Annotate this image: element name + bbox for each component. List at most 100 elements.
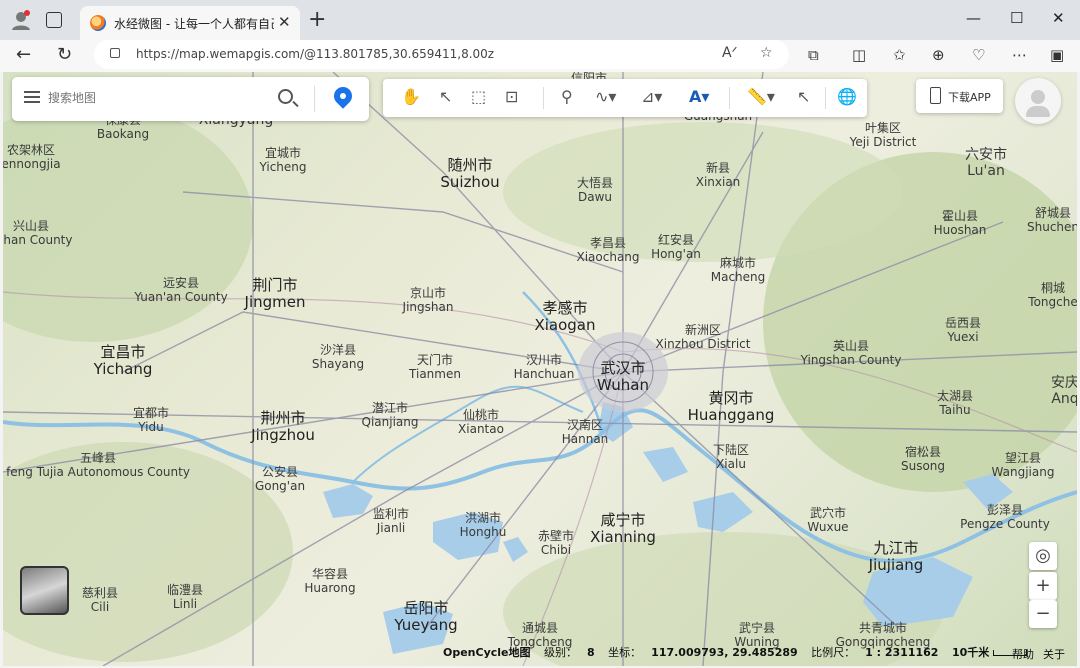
city-name-en: Xialu (716, 456, 746, 471)
city-name-en: Yueyang (394, 616, 458, 635)
city-name-en: Jingshan (402, 299, 454, 314)
reload-button[interactable]: ↻ (57, 44, 72, 65)
city-name-en: Huoshan (933, 222, 987, 237)
about-link[interactable]: 关于 (1043, 646, 1065, 662)
profile-icon[interactable] (10, 9, 32, 31)
search-icon[interactable] (278, 89, 293, 104)
city-name-en: Yichang (93, 360, 153, 379)
city-name-cn: 宜城市 (264, 146, 302, 160)
city-name-en: Xiaogan (534, 316, 596, 335)
text-icon[interactable]: A▾ (689, 87, 709, 106)
city-label: 太湖县 Taihu (937, 389, 973, 418)
city-label: 兴山县gshan County (3, 219, 73, 248)
city-name-cn: 武宁县 (738, 621, 775, 635)
map-status-bar: OpenCycle地图 级别： 8 坐标： 117.009793, 29.48528… (443, 644, 1037, 660)
maximize-button[interactable]: ☐ (1010, 9, 1023, 27)
city-label: 公安县 Gong'an (255, 465, 305, 494)
minimize-button[interactable]: — (966, 9, 981, 27)
city-label: 临澧县 Linli (166, 583, 204, 612)
download-app-button[interactable]: 下载APP (916, 79, 1003, 113)
city-name-en: Taihu (939, 402, 971, 417)
address-bar[interactable]: https://map.wemapgis.com/@113.801785,30.… (94, 40, 789, 69)
tab-actions-icon[interactable] (46, 12, 62, 28)
city-label: 汉南区 Hannan (561, 418, 609, 447)
marker-icon[interactable]: ⚲ (561, 87, 573, 106)
new-tab-button[interactable]: + (308, 7, 326, 32)
city-name-cn: 华容县 (311, 567, 348, 581)
window-close-button[interactable]: ✕ (1052, 9, 1065, 27)
city-name-cn: 孝感市 (542, 299, 588, 317)
city-name-cn: 荆州市 (260, 409, 306, 427)
city-label: 沙洋县 Shayang (311, 343, 365, 372)
tab-close-button[interactable]: ✕ (278, 13, 291, 31)
city-name-en: Wangjiang (991, 464, 1055, 479)
split-screen-icon[interactable]: ◫ (852, 46, 866, 64)
city-label: 望江县 Wangjiang (991, 451, 1055, 480)
city-name-en: Pengze County (960, 516, 1050, 531)
browser-essentials-icon[interactable]: ♡ (972, 46, 985, 64)
menu-icon[interactable] (24, 91, 40, 103)
location-pin-icon[interactable] (330, 83, 356, 109)
zoom-in-button[interactable]: + (1029, 572, 1057, 600)
zoom-out-button[interactable]: − (1029, 600, 1057, 628)
terrain-layer-switch[interactable] (20, 566, 69, 615)
map-canvas[interactable]: 保康县BaokangXiangyang宜城市Yicheng随州市Suizhou大… (3, 72, 1077, 666)
city-label: 大悟县 Dawu (577, 176, 613, 205)
box-select-icon[interactable]: ⬚ (471, 87, 486, 106)
city-name-en: feng Tujia Autonomous County (6, 464, 190, 479)
city-label: 五峰县 feng Tujia Autonomous County (6, 451, 190, 480)
select-arrow-icon[interactable]: ↖ (439, 87, 452, 106)
read-aloud-icon[interactable]: Aᐟ (722, 45, 738, 61)
city-name-en: Susong (900, 458, 946, 473)
city-name-cn: 赤壁市 (537, 529, 575, 543)
help-link[interactable]: 帮助 (1012, 646, 1034, 662)
city-label: 霍山县 Huoshan (933, 209, 987, 238)
city-label: 武汉市 Wuhan (596, 359, 650, 395)
city-name-en: Wuhan (596, 376, 650, 395)
city-name-en: Huarong (304, 580, 356, 595)
city-label: 九江市 Jiujiang (869, 539, 924, 575)
city-name-cn: 仙桃市 (462, 408, 500, 422)
city-name-cn: 岳西县 (944, 316, 982, 330)
city-label: 安庆 Anq (1051, 375, 1077, 407)
favorite-star-icon[interactable]: ☆ (760, 45, 773, 61)
city-name-cn: 武汉市 (600, 359, 646, 377)
pick-icon[interactable]: ↖ (797, 87, 810, 106)
sidebar-icon[interactable]: ▣ (1050, 46, 1064, 64)
city-name-en: Tianmen (409, 366, 461, 381)
city-label: 岳阳市 Yueyang (394, 599, 458, 635)
more-menu-icon[interactable]: ⋯ (1012, 46, 1027, 64)
browser-tab-active[interactable]: 水经微图 - 让每一个人都有自己的 ✕ (80, 6, 300, 40)
city-name-cn: 安庆 (1051, 375, 1077, 391)
collections-icon[interactable]: ⊕ (932, 46, 945, 64)
city-name-cn: 新县 (705, 161, 730, 175)
lock-icon[interactable] (110, 48, 120, 58)
city-name-cn: 武穴市 (809, 506, 847, 520)
locate-button[interactable]: ◎ (1029, 542, 1057, 570)
city-name-en: Hannan (561, 431, 609, 446)
city-name-cn: 兴山县 (12, 219, 49, 233)
url-text[interactable]: https://map.wemapgis.com/@113.801785,30.… (136, 47, 494, 61)
scalebar-text: 10千米 (951, 646, 990, 659)
polygon-icon[interactable]: ⊿▾ (641, 87, 662, 106)
favorites-icon[interactable]: ✩ (893, 46, 906, 64)
extensions-icon[interactable]: ⧉ (808, 46, 819, 64)
city-name-en: Xinzhou District (655, 336, 751, 351)
search-input[interactable] (48, 91, 268, 105)
polyline-icon[interactable]: ∿▾ (595, 87, 616, 106)
city-name-cn: 临澧县 (166, 583, 204, 597)
zoom-box-icon[interactable]: ⊡ (505, 87, 518, 106)
city-name-en: Shayang (311, 356, 365, 371)
back-button[interactable]: ← (16, 44, 31, 65)
city-name-en: Xianning (590, 528, 656, 547)
city-name-en: Lu'an (967, 163, 1005, 180)
city-name-cn: 孝昌县 (589, 236, 626, 250)
globe-icon[interactable]: 🌐 (837, 87, 857, 106)
city-name-cn: 汉南区 (566, 418, 604, 432)
hand-pan-icon[interactable]: ✋ (401, 87, 421, 106)
city-label: 孝感市 Xiaogan (534, 299, 596, 335)
user-avatar[interactable] (1015, 78, 1061, 124)
city-label: 宜城市 Yicheng (259, 146, 306, 175)
measure-icon[interactable]: 📏▾ (747, 87, 775, 106)
city-label: 慈利县 Cili (82, 586, 118, 615)
